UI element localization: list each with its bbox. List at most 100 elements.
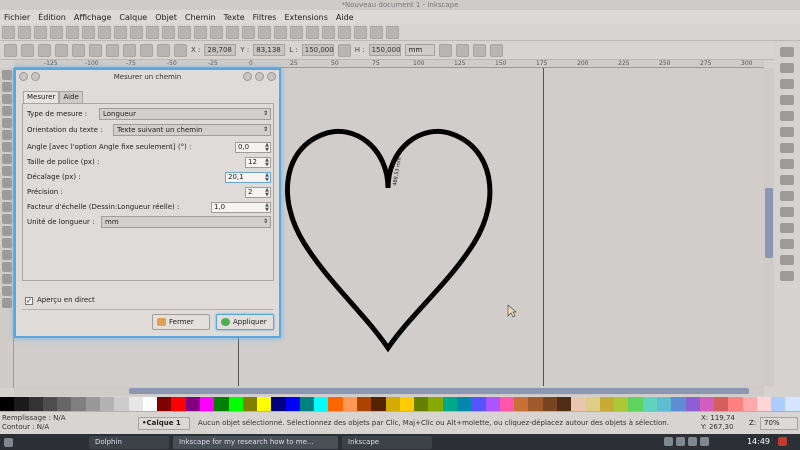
menu-texte[interactable]: Texte xyxy=(220,13,249,22)
color-swatch[interactable] xyxy=(371,397,386,411)
rotate-cw-icon[interactable] xyxy=(72,43,85,57)
spin-arrows-icon[interactable]: ▲ ▼ xyxy=(265,143,269,153)
length-unit-select[interactable]: mm ⇕ xyxy=(101,216,271,228)
text-font-icon[interactable] xyxy=(322,25,335,39)
copy-icon[interactable] xyxy=(130,25,143,39)
rectangle-tool-icon[interactable] xyxy=(2,130,12,140)
color-swatch[interactable] xyxy=(257,397,272,411)
spiral-tool-icon[interactable] xyxy=(2,178,12,188)
color-swatch[interactable] xyxy=(671,397,686,411)
color-swatch[interactable] xyxy=(628,397,643,411)
snap-page-icon[interactable] xyxy=(780,239,794,249)
calligraphy-tool-icon[interactable] xyxy=(2,214,12,224)
dialog-minimize-icon[interactable] xyxy=(255,72,264,81)
bucket-tool-icon[interactable] xyxy=(2,262,12,272)
duplicate-icon[interactable] xyxy=(226,25,239,39)
task-dolphin[interactable]: Dolphin xyxy=(89,435,169,449)
ellipse-tool-icon[interactable] xyxy=(2,154,12,164)
node-tool-icon[interactable] xyxy=(2,82,12,92)
snap-nodes-icon[interactable] xyxy=(780,111,794,121)
unit-select[interactable]: mm xyxy=(404,44,435,56)
align-distribute-icon[interactable] xyxy=(354,25,367,39)
color-swatch[interactable] xyxy=(685,397,700,411)
color-swatch[interactable] xyxy=(85,397,100,411)
width-input[interactable]: 150,000 xyxy=(301,44,334,56)
pen-tool-icon[interactable] xyxy=(2,202,12,212)
menu-edition[interactable]: Édition xyxy=(34,13,70,22)
vertical-scroll-thumb[interactable] xyxy=(765,188,773,258)
zoom-selection-icon[interactable] xyxy=(178,25,191,39)
color-swatch[interactable] xyxy=(614,397,629,411)
color-swatch[interactable] xyxy=(728,397,743,411)
volume-icon[interactable] xyxy=(676,437,685,446)
selector-tool-icon[interactable] xyxy=(2,70,12,80)
color-swatch[interactable] xyxy=(656,397,672,411)
print-icon[interactable] xyxy=(50,25,63,39)
select-all-icon[interactable] xyxy=(4,43,17,57)
spin-arrows-icon[interactable]: ▲ ▼ xyxy=(265,158,269,168)
flip-horizontal-icon[interactable] xyxy=(89,43,102,57)
color-swatch[interactable] xyxy=(399,397,415,411)
lower-to-bottom-icon[interactable] xyxy=(174,43,187,57)
color-swatch[interactable] xyxy=(442,397,457,411)
snap-midpoint-icon[interactable] xyxy=(780,191,794,201)
y-input[interactable]: 83,138 xyxy=(253,44,286,56)
redo-icon[interactable] xyxy=(114,25,127,39)
color-swatch[interactable] xyxy=(714,397,729,411)
zoom-tool-icon[interactable] xyxy=(2,106,12,116)
measure-type-select[interactable]: Longueur ⇕ xyxy=(99,108,271,120)
color-swatch[interactable] xyxy=(157,397,172,411)
vertical-scrollbar[interactable] xyxy=(764,68,774,386)
font-size-input[interactable]: 12 ▲ ▼ xyxy=(245,157,271,168)
precision-input[interactable]: 2 ▲ ▼ xyxy=(245,187,271,198)
color-swatch[interactable] xyxy=(514,397,529,411)
undo-icon[interactable] xyxy=(98,25,111,39)
color-swatch[interactable] xyxy=(528,397,543,411)
color-swatch[interactable] xyxy=(571,397,586,411)
horizontal-scroll-thumb[interactable] xyxy=(129,388,749,394)
menu-chemin[interactable]: Chemin xyxy=(181,13,220,22)
task-inkscape-research[interactable]: Inkscape for my research how to me... xyxy=(173,435,338,449)
clipboard-icon[interactable] xyxy=(688,437,697,446)
lower-icon[interactable] xyxy=(157,43,170,57)
color-swatch[interactable] xyxy=(14,397,29,411)
snap-guide-icon[interactable] xyxy=(780,271,794,281)
snap-bbox-icon[interactable] xyxy=(780,63,794,73)
color-swatch[interactable] xyxy=(756,397,772,411)
spin-arrows-icon[interactable]: ▲ ▼ xyxy=(265,173,269,183)
menu-affichage[interactable]: Affichage xyxy=(70,13,116,22)
color-swatch[interactable] xyxy=(385,397,400,411)
scale-factor-input[interactable]: 1,0 ▲ ▼ xyxy=(211,202,271,213)
cut-icon[interactable] xyxy=(146,25,159,39)
color-swatch[interactable] xyxy=(785,397,800,411)
color-swatch[interactable] xyxy=(199,397,215,411)
gradient-tool-icon[interactable] xyxy=(2,274,12,284)
color-swatch[interactable] xyxy=(271,397,286,411)
color-swatch[interactable] xyxy=(242,397,258,411)
close-button[interactable]: Fermer xyxy=(152,314,210,330)
x-input[interactable]: 28,708 xyxy=(204,44,237,56)
color-swatch[interactable] xyxy=(285,397,300,411)
color-swatch[interactable] xyxy=(28,397,43,411)
color-swatch[interactable] xyxy=(328,397,343,411)
color-swatch[interactable] xyxy=(114,397,129,411)
tweak-tool-icon[interactable] xyxy=(2,94,12,104)
document-properties-icon[interactable] xyxy=(386,25,399,39)
rotate-ccw-icon[interactable] xyxy=(55,43,68,57)
color-swatch[interactable] xyxy=(128,397,143,411)
color-swatch[interactable] xyxy=(699,397,715,411)
color-swatch[interactable] xyxy=(556,397,572,411)
dialog-menu-icon[interactable] xyxy=(19,72,28,81)
export-icon[interactable] xyxy=(82,25,95,39)
transform-gradient-icon[interactable] xyxy=(472,43,486,57)
color-swatch[interactable] xyxy=(314,397,329,411)
spin-arrows-icon[interactable]: ▲ ▼ xyxy=(265,188,269,198)
color-swatch[interactable] xyxy=(99,397,115,411)
color-swatch[interactable] xyxy=(457,397,472,411)
app-launcher-icon[interactable] xyxy=(4,437,13,447)
connector-tool-icon[interactable] xyxy=(2,298,12,308)
height-input[interactable]: 150,000 xyxy=(368,44,401,56)
zoom-drawing-icon[interactable] xyxy=(194,25,207,39)
color-swatch[interactable] xyxy=(542,397,557,411)
fill-value[interactable]: N/A xyxy=(53,414,65,422)
